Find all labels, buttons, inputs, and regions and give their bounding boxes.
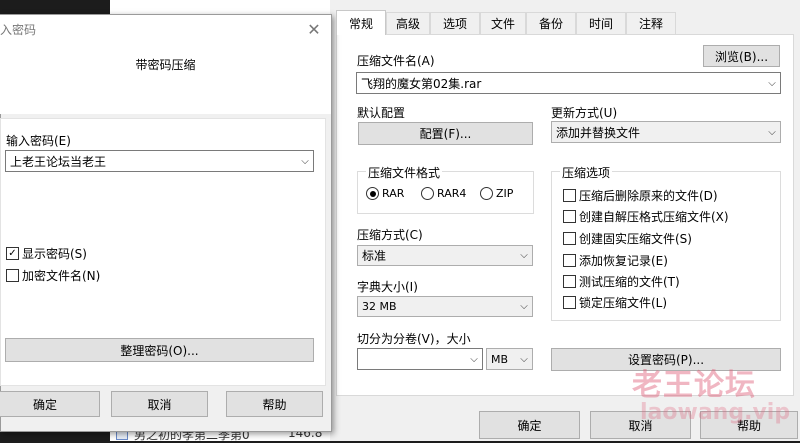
encrypt-filenames-checkbox[interactable]: 加密文件名(N) xyxy=(6,267,100,284)
format-group-label: 压缩文件格式 xyxy=(366,164,443,181)
default-profile-label: 默认配置 xyxy=(357,106,406,120)
checkbox-icon xyxy=(563,275,576,288)
close-icon[interactable]: ✕ xyxy=(302,18,326,40)
chevron-down-icon[interactable]: ⌵ xyxy=(764,78,780,89)
dict-value: 32 MB xyxy=(362,300,397,313)
archive-name-label: 压缩文件名(A) xyxy=(357,54,435,68)
checkmark-icon: ✓ xyxy=(6,247,19,260)
option-test[interactable]: 测试压缩的文件(T) xyxy=(563,273,680,290)
tab-advanced[interactable]: 高级 xyxy=(386,12,430,34)
password-dialog-titlebar xyxy=(0,15,331,44)
option-label: 测试压缩的文件(T) xyxy=(579,275,680,289)
split-label: 切分为分卷(V)，大小 xyxy=(357,332,471,346)
split-unit-select[interactable]: MB ⌵ xyxy=(486,348,533,370)
format-zip-label: ZIP xyxy=(496,187,514,200)
option-label: 创建自解压格式压缩文件(X) xyxy=(579,210,729,224)
option-label: 创建固实压缩文件(S) xyxy=(579,232,692,246)
checkbox-icon xyxy=(563,296,576,309)
method-label: 压缩方式(C) xyxy=(357,228,423,242)
option-solid[interactable]: 创建固实压缩文件(S) xyxy=(563,230,692,247)
tab-time[interactable]: 时间 xyxy=(576,12,626,34)
update-mode-value: 添加并替换文件 xyxy=(556,125,641,140)
radio-icon xyxy=(421,187,434,200)
password-value: 上老王论坛当老王 xyxy=(10,154,107,169)
chevron-down-icon: ⌵ xyxy=(520,250,528,261)
tab-files[interactable]: 文件 xyxy=(480,12,526,34)
show-password-label: 显示密码(S) xyxy=(22,247,87,261)
option-label: 添加恢复记录(E) xyxy=(579,254,668,268)
option-label: 锁定压缩文件(L) xyxy=(579,296,668,310)
chevron-down-icon[interactable]: ⌵ xyxy=(297,156,313,167)
browse-button[interactable]: 浏览(B)... xyxy=(703,45,780,67)
checkbox-icon xyxy=(563,189,576,202)
archive-ok-button[interactable]: 确定 xyxy=(479,411,580,439)
radio-selected-icon xyxy=(366,187,379,200)
encrypt-filenames-label: 加密文件名(N) xyxy=(22,269,101,283)
format-zip-radio[interactable]: ZIP xyxy=(480,187,513,200)
password-help-button[interactable]: 帮助 xyxy=(226,391,323,417)
options-group-label: 压缩选项 xyxy=(560,164,613,181)
method-value: 标准 xyxy=(362,249,387,263)
update-mode-label: 更新方式(U) xyxy=(551,106,618,120)
checkbox-icon xyxy=(563,210,576,223)
radio-icon xyxy=(480,187,493,200)
option-label: 压缩后删除原来的文件(D) xyxy=(579,189,718,203)
format-rar4-radio[interactable]: RAR4 xyxy=(421,187,466,200)
watermark-url: laowang.vip xyxy=(640,400,791,425)
password-input[interactable]: 上老王论坛当老王 ⌵ xyxy=(5,150,314,172)
password-dialog-header-area xyxy=(0,44,331,114)
checkbox-icon xyxy=(563,254,576,267)
chevron-down-icon: ⌵ xyxy=(520,353,528,365)
tab-backup[interactable]: 备份 xyxy=(526,12,576,34)
split-unit-value: MB xyxy=(491,352,509,366)
profile-button[interactable]: 配置(F)... xyxy=(358,122,533,145)
tab-comment[interactable]: 注释 xyxy=(626,12,676,34)
tab-general[interactable]: 常规 xyxy=(336,10,386,35)
archive-name-value: 飞翔的魔女第02集.rar xyxy=(361,76,482,91)
option-lock[interactable]: 锁定压缩文件(L) xyxy=(563,294,667,311)
option-recovery[interactable]: 添加恢复记录(E) xyxy=(563,252,668,269)
chevron-down-icon: ⌵ xyxy=(768,126,776,138)
show-password-checkbox[interactable]: ✓ 显示密码(S) xyxy=(6,245,87,262)
checkbox-icon xyxy=(563,232,576,245)
split-size-combo[interactable]: ⌵ xyxy=(357,348,483,370)
tab-options[interactable]: 选项 xyxy=(430,12,480,34)
watermark-text: 老王论坛 xyxy=(632,368,756,403)
format-rar-label: RAR xyxy=(382,187,405,200)
archive-name-combo[interactable]: 飞翔的魔女第02集.rar ⌵ xyxy=(356,72,781,94)
method-select[interactable]: 标准 ⌵ xyxy=(357,245,533,266)
organize-passwords-button[interactable]: 整理密码(O)... xyxy=(5,338,314,362)
password-cancel-button[interactable]: 取消 xyxy=(111,391,208,417)
password-label: 输入密码(E) xyxy=(6,134,71,148)
update-mode-select[interactable]: 添加并替换文件 ⌵ xyxy=(551,121,781,143)
dict-label: 字典大小(I) xyxy=(357,280,418,294)
option-sfx[interactable]: 创建自解压格式压缩文件(X) xyxy=(563,208,729,225)
chevron-down-icon[interactable]: ⌵ xyxy=(466,354,482,365)
format-rar-radio[interactable]: RAR xyxy=(366,187,404,200)
password-dialog-header: 带密码压缩 xyxy=(135,58,196,72)
option-delete-after[interactable]: 压缩后删除原来的文件(D) xyxy=(563,187,718,204)
password-ok-button[interactable]: 确定 xyxy=(0,391,100,417)
format-rar4-label: RAR4 xyxy=(437,187,467,200)
password-dialog-title: 输入密码 xyxy=(0,23,37,37)
checkbox-icon xyxy=(6,269,19,282)
dict-select[interactable]: 32 MB ⌵ xyxy=(357,296,533,317)
chevron-down-icon: ⌵ xyxy=(520,301,528,312)
